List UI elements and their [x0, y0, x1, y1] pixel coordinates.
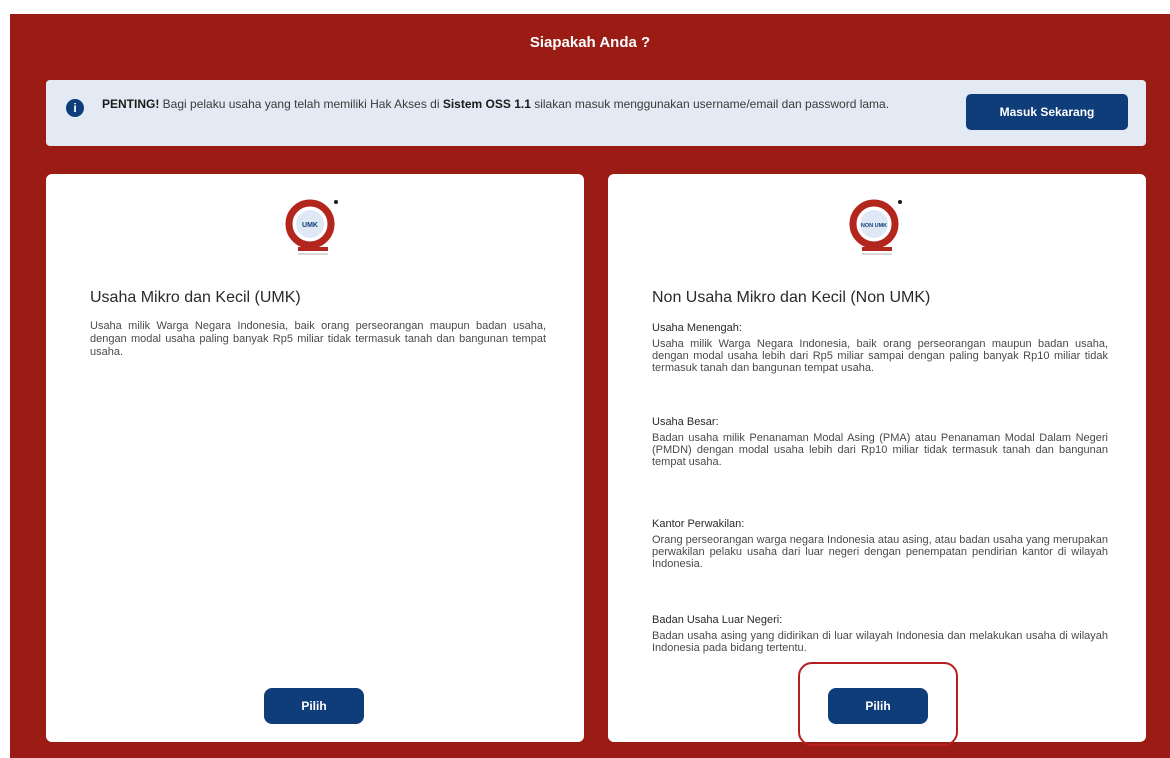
umk-card: UMK Usaha Mikro dan Kecil (UMK) Usaha mi… [46, 174, 584, 742]
non-umk-logo-text: NON UMK [861, 223, 887, 229]
section-text: Orang perseorangan warga negara Indonesi… [652, 534, 1108, 570]
section-usaha-besar: Usaha Besar: Badan usaha milik Penanaman… [652, 416, 1108, 468]
select-umk-button[interactable]: Pilih [264, 688, 364, 724]
non-umk-title: Non Usaha Mikro dan Kecil (Non UMK) [652, 289, 931, 306]
section-heading: Badan Usaha Luar Negeri: [652, 614, 783, 626]
non-umk-card: NON UMK Non Usaha Mikro dan Kecil (Non U… [608, 174, 1146, 742]
umk-logo-text: UMK [302, 222, 318, 229]
notice-system-name: Sistem OSS 1.1 [442, 97, 531, 111]
notice-text-before: Bagi pelaku usaha yang telah memiliki Ha… [159, 97, 443, 111]
info-icon: i [66, 99, 84, 117]
important-notice: i PENTING! Bagi pelaku usaha yang telah … [46, 80, 1146, 146]
selection-highlight [798, 662, 958, 746]
umk-title: Usaha Mikro dan Kecil (UMK) [90, 289, 301, 306]
notice-text-after: silakan masuk menggunakan username/email… [530, 97, 890, 111]
section-text: Usaha milik Warga Negara Indonesia, baik… [652, 338, 1108, 374]
section-heading: Usaha Menengah: [652, 322, 742, 334]
notice-prefix: PENTING! [102, 97, 160, 111]
notice-text: PENTING! Bagi pelaku usaha yang telah me… [102, 96, 902, 112]
section-heading: Usaha Besar: [652, 416, 719, 428]
role-selection-panel: Siapakah Anda ? i PENTING! Bagi pelaku u… [10, 14, 1170, 758]
section-badan-usaha-luar-negeri: Badan Usaha Luar Negeri: Badan usaha asi… [652, 614, 1108, 654]
page-title: Siapakah Anda ? [529, 34, 651, 51]
section-text: Badan usaha milik Penanaman Modal Asing … [652, 432, 1108, 468]
section-heading: Kantor Perwakilan: [652, 518, 745, 530]
section-kantor-perwakilan: Kantor Perwakilan: Orang perseorangan wa… [652, 518, 1108, 570]
umk-logo-icon: UMK [285, 199, 338, 255]
umk-description: Usaha milik Warga Negara Indonesia, baik… [90, 320, 546, 358]
non-umk-logo-icon: NON UMK [849, 199, 902, 255]
section-usaha-menengah: Usaha Menengah: Usaha milik Warga Negara… [652, 322, 1108, 374]
login-now-button[interactable]: Masuk Sekarang [966, 94, 1128, 130]
section-text: Badan usaha asing yang didirikan di luar… [652, 630, 1108, 654]
